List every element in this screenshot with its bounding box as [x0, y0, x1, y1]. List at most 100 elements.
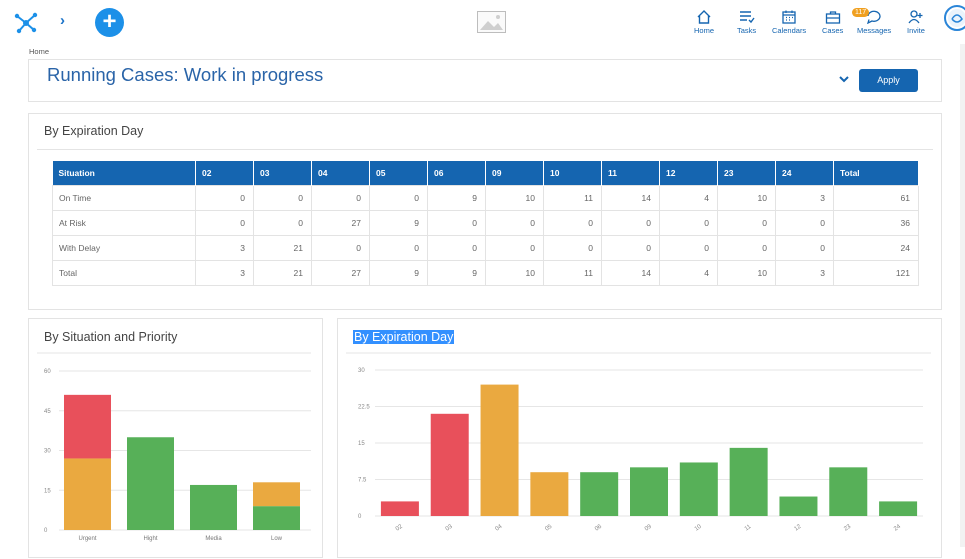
table-cell: 3	[195, 259, 254, 286]
y-tick-label: 15	[358, 441, 365, 447]
table-cell: 0	[311, 184, 370, 211]
table-row[interactable]: On Time 0 0 0 0 9 10 11 14 4 10 3 61	[52, 184, 919, 211]
x-tick-label: 09	[644, 523, 653, 532]
table-cell: 9	[369, 259, 428, 286]
table-cell: 0	[659, 234, 718, 261]
table-cell: 0	[775, 234, 834, 261]
table-cell: 0	[253, 209, 312, 236]
column-header[interactable]: 04	[311, 161, 370, 185]
bar	[679, 462, 718, 516]
app-logo-icon[interactable]	[14, 10, 38, 34]
table-cell: 0	[195, 184, 254, 211]
bar-segment	[253, 506, 300, 530]
column-header[interactable]: 05	[369, 161, 428, 185]
column-header[interactable]: 24	[775, 161, 834, 185]
nav-tasks[interactable]: Tasks	[737, 10, 756, 35]
column-header[interactable]: 12	[659, 161, 718, 185]
nav-tasks-label: Tasks	[737, 26, 757, 35]
table-cell: 27	[311, 259, 370, 286]
chart-title: By Situation and Priority	[44, 330, 178, 344]
invite-user-icon	[908, 10, 923, 24]
x-tick-label: Urgent	[78, 536, 96, 542]
table-cell: 3	[775, 184, 834, 211]
nav-home[interactable]: Home	[694, 10, 714, 35]
bar	[530, 472, 569, 516]
page-scrollbar[interactable]	[960, 44, 965, 547]
column-header[interactable]: 02	[195, 161, 254, 185]
table-cell: 0	[369, 234, 428, 261]
table-row[interactable]: Total 3 21 27 9 9 10 11 14 4 10 3 121	[52, 259, 919, 286]
y-tick-label: 60	[44, 369, 51, 375]
x-tick-label: 06	[594, 523, 603, 532]
column-header[interactable]: 09	[485, 161, 544, 185]
column-header[interactable]: 11	[601, 161, 660, 185]
breadcrumb[interactable]: Home	[29, 47, 49, 56]
column-header[interactable]: 03	[253, 161, 312, 185]
y-tick-label: 22.5	[358, 405, 370, 411]
table-cell: 21	[253, 259, 312, 286]
image-placeholder-icon	[477, 11, 506, 33]
x-tick-label: 10	[694, 523, 703, 532]
user-avatar[interactable]	[944, 5, 965, 31]
nav-calendars[interactable]: Calendars	[772, 10, 806, 35]
y-tick-label: 30	[44, 449, 51, 455]
table-cell: 0	[195, 209, 254, 236]
table-cell: 11	[543, 184, 602, 211]
situation-priority-chart: By Situation and Priority 0 15 30 45 60 Urgent…	[37, 330, 311, 542]
divider	[37, 149, 933, 150]
table-cell: 0	[543, 209, 602, 236]
expand-menu-icon[interactable]: ›	[60, 12, 65, 29]
nav-calendars-label: Calendars	[772, 26, 807, 35]
chevron-down-icon[interactable]	[839, 75, 849, 83]
table-cell: 0	[427, 234, 486, 261]
y-tick-label: 15	[44, 488, 51, 494]
nav-invite[interactable]: Invite	[907, 10, 925, 35]
table-cell: 4	[659, 259, 718, 286]
row-label: Total	[52, 259, 196, 286]
column-header[interactable]: 23	[717, 161, 776, 185]
row-label: With Delay	[52, 234, 196, 261]
row-label: At Risk	[52, 209, 196, 236]
y-tick-label: 45	[44, 409, 51, 415]
messages-count-badge: 117	[852, 8, 870, 17]
expiration-table-card: By Expiration Day Situation 02 03 04 05 …	[28, 113, 942, 310]
y-tick-label: 0	[358, 514, 362, 520]
tasks-icon	[739, 11, 755, 24]
table-cell: 0	[485, 234, 544, 261]
x-tick-label: Low	[271, 536, 283, 542]
table-cell: 9	[427, 259, 486, 286]
new-case-button[interactable]: +	[95, 8, 124, 37]
table-cell: 61	[833, 184, 919, 211]
table-cell: 0	[485, 209, 544, 236]
avatar-icon	[948, 9, 965, 27]
table-cell: 36	[833, 209, 919, 236]
column-header[interactable]: Total	[833, 161, 919, 185]
table-cell: 9	[427, 184, 486, 211]
table-cell: 0	[717, 209, 776, 236]
table-row[interactable]: At Risk 0 0 27 9 0 0 0 0 0 0 0 36	[52, 209, 919, 236]
table-cell: 21	[253, 234, 312, 261]
y-tick-label: 0	[44, 528, 48, 534]
table-cell: 10	[717, 184, 776, 211]
x-tick-label: 05	[544, 523, 553, 532]
bar	[480, 384, 519, 516]
table-cell: 0	[311, 234, 370, 261]
top-bar: › + Home Tasks Calendars Cases Messages …	[0, 0, 965, 44]
bar-segment	[64, 458, 111, 530]
header-card: Running Cases: Work in progress Apply	[28, 59, 942, 102]
column-header[interactable]: 10	[543, 161, 602, 185]
table-cell: 0	[369, 184, 428, 211]
table-cell: 0	[253, 184, 312, 211]
bar	[430, 413, 469, 516]
nav-home-label: Home	[694, 26, 715, 35]
nav-cases[interactable]: Cases	[822, 10, 843, 35]
calendar-icon	[782, 10, 796, 24]
table-cell: 0	[601, 209, 660, 236]
table-row[interactable]: With Delay 3 21 0 0 0 0 0 0 0 0 0 24	[52, 234, 919, 261]
apply-button[interactable]: Apply	[859, 69, 918, 92]
table-cell: 0	[775, 209, 834, 236]
column-header[interactable]: 06	[427, 161, 486, 185]
chart-title: By Expiration Day	[354, 330, 454, 344]
table-cell: 0	[543, 234, 602, 261]
column-header[interactable]: Situation	[52, 161, 196, 185]
